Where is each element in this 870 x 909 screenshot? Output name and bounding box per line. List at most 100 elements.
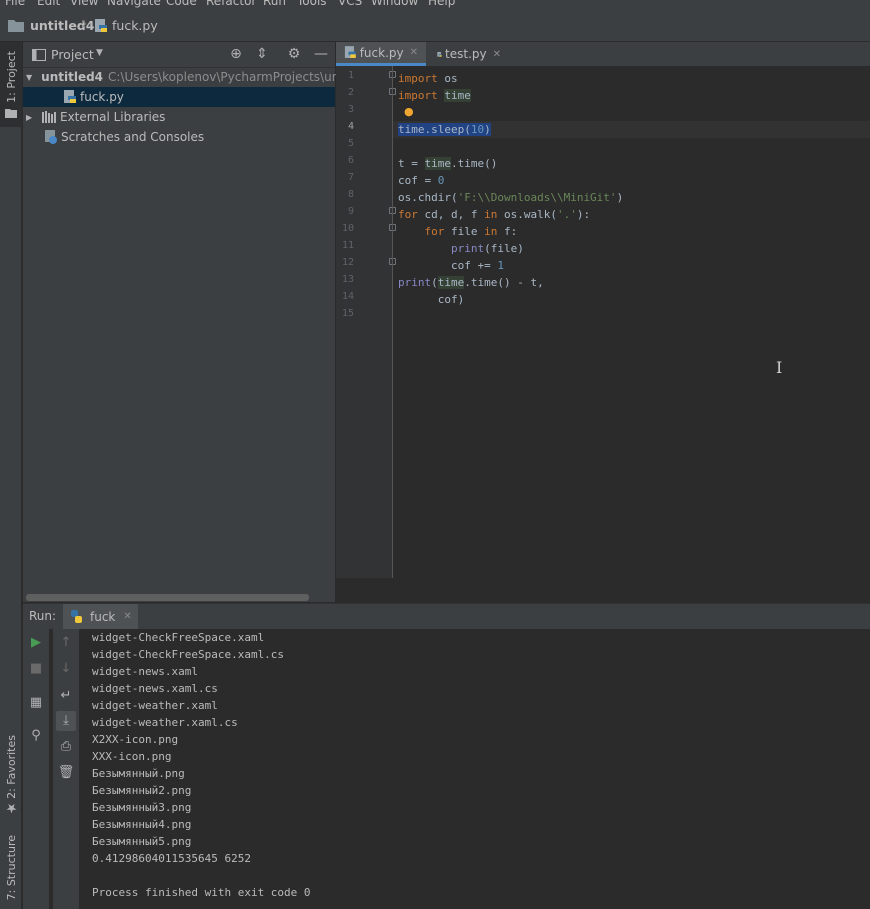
console-line: widget-news.xaml.cs	[92, 682, 218, 695]
close-icon[interactable]: ✕	[493, 49, 501, 60]
identifier-token: time	[437, 276, 465, 289]
tab-project-label: 1: Project	[4, 50, 18, 103]
arrow-up-icon[interactable]: ↑	[56, 633, 76, 653]
identifier-token: time	[424, 157, 451, 170]
expand-arrow-icon[interactable]: ▼	[26, 73, 32, 82]
breadcrumb-file-label: fuck.py	[112, 18, 158, 33]
minimize-icon[interactable]: —	[313, 46, 329, 62]
tree-item-file[interactable]: fuck.py	[23, 87, 335, 107]
keyword-token: in	[484, 208, 498, 221]
gear-icon[interactable]: ⚙	[286, 46, 302, 62]
code-line[interactable]: t = time.time()	[398, 155, 497, 172]
layout-icon[interactable]: ▦	[26, 693, 46, 713]
keyword-token: import	[398, 72, 438, 85]
code-line[interactable]: import os	[398, 70, 458, 87]
code-line[interactable]: print(time.time() - t,	[398, 274, 544, 291]
code-editor: fuck.py ✕ test.py ✕ 1 2 3 4 5 6 7 8 9 10…	[336, 42, 870, 602]
line-number: 6	[347, 155, 354, 166]
stop-icon[interactable]: ■	[26, 659, 46, 679]
editor-tabs: fuck.py ✕ test.py ✕	[336, 42, 870, 66]
run-toolbar-secondary: ↑ ↓ ↵ ⤓ ⎙ 🗑	[53, 629, 79, 909]
close-icon[interactable]: ✕	[410, 47, 418, 58]
menu-edit[interactable]: Edit	[37, 0, 60, 8]
menu-bar: File Edit View Navigate Code Refactor Ru…	[0, 0, 870, 10]
python-file-icon	[64, 90, 76, 103]
number-token: 0	[437, 174, 445, 187]
menu-refactor[interactable]: Refactor	[206, 0, 256, 8]
menu-window[interactable]: Window	[371, 0, 418, 8]
scroll-to-end-icon[interactable]: ⤓	[56, 711, 76, 731]
line-number-gutter: 1 2 3 4 5 6 7 8 9 10 11 12 13 14 15	[336, 66, 396, 578]
menu-navigate[interactable]: Navigate	[107, 0, 161, 8]
menu-run[interactable]: Run	[263, 0, 286, 8]
code-line[interactable]: cof += 1	[398, 257, 504, 274]
breadcrumb-file[interactable]: fuck.py	[94, 18, 158, 33]
console-line: widget-weather.xaml	[92, 699, 218, 712]
identifier-token: time	[444, 89, 471, 102]
tab-favorites[interactable]: 2: Favorites ★	[0, 735, 22, 816]
line-number: 11	[341, 240, 354, 251]
menu-file[interactable]: File	[5, 0, 25, 8]
tab-test-py[interactable]: test.py ✕	[429, 42, 509, 66]
menu-vcs[interactable]: VCS	[338, 0, 362, 8]
run-config-tab[interactable]: fuck ✕	[63, 604, 138, 629]
horizontal-scrollbar[interactable]	[26, 594, 309, 601]
console-output[interactable]: widget-CheckFreeSpace.xaml widget-CheckF…	[91, 629, 870, 909]
line-number: 8	[347, 189, 354, 200]
builtin-token: print	[398, 276, 432, 289]
tab-fuck-py[interactable]: fuck.py ✕	[336, 42, 426, 66]
menu-code[interactable]: Code	[166, 0, 197, 8]
console-line: Безымянный4.png	[92, 818, 192, 831]
line-number: 5	[347, 138, 354, 149]
folder-icon	[32, 49, 46, 61]
breadcrumb-separator: ›	[82, 16, 88, 32]
menu-help[interactable]: Help	[428, 0, 455, 8]
project-panel-title[interactable]: Project	[51, 47, 94, 62]
tree-item-project-root[interactable]: ▼ untitled4 C:\Users\koplenov\PycharmPro…	[23, 67, 352, 87]
code-line[interactable]: cof = 0	[398, 172, 444, 189]
lightbulb-icon[interactable]: ●	[404, 105, 414, 119]
text-cursor-icon: I	[776, 358, 783, 377]
menu-view[interactable]: View	[70, 0, 98, 8]
chevron-down-icon[interactable]: ▼	[96, 48, 103, 58]
console-line: widget-CheckFreeSpace.xaml	[92, 631, 265, 644]
pin-icon[interactable]: ⚲	[26, 726, 46, 746]
breadcrumb: untitled4 › fuck.py	[0, 10, 870, 42]
tree-item-scratches[interactable]: Scratches and Consoles	[23, 127, 335, 147]
line-number: 1	[347, 70, 354, 81]
tree-item-label: untitled4	[41, 70, 104, 84]
number-token: 1	[497, 259, 504, 272]
locate-icon[interactable]: ⊕	[228, 46, 244, 62]
tree-item-external-libraries[interactable]: ▶ External Libraries	[23, 107, 335, 127]
trash-icon[interactable]: 🗑	[56, 763, 76, 783]
code-line[interactable]: cof)	[398, 291, 465, 308]
code-line[interactable]: time.sleep(10)	[398, 121, 491, 138]
close-icon[interactable]: ✕	[123, 611, 131, 622]
python-icon	[71, 610, 82, 623]
menu-tools[interactable]: Tools	[297, 0, 327, 8]
code-area[interactable]: import os import time ● time.sleep(10) t…	[392, 66, 870, 578]
code-line[interactable]: import time	[398, 87, 471, 104]
code-line[interactable]: for file in f:	[398, 223, 518, 240]
folder-icon	[8, 20, 24, 32]
code-line[interactable]: os.chdir('F:\\Downloads\\MiniGit')	[398, 189, 623, 206]
keyword-token: import	[398, 89, 438, 102]
code-line[interactable]: for cd, d, f in os.walk('.'):	[398, 206, 590, 223]
tab-project[interactable]: 1: Project	[0, 42, 22, 127]
line-number: 10	[341, 223, 354, 234]
rerun-icon[interactable]: ▶	[26, 633, 46, 653]
console-line: XXX-icon.png	[92, 750, 172, 763]
collapse-all-icon[interactable]: ⇕	[254, 46, 270, 62]
print-icon[interactable]: ⎙	[56, 737, 76, 757]
expand-arrow-icon[interactable]: ▶	[26, 113, 38, 122]
arrow-down-icon[interactable]: ↓	[56, 659, 76, 679]
soft-wrap-icon[interactable]: ↵	[56, 686, 76, 706]
console-line: widget-weather.xaml.cs	[92, 716, 238, 729]
console-line: widget-news.xaml	[92, 665, 198, 678]
tab-structure[interactable]: 7: Structure	[0, 827, 22, 909]
keyword-token: for	[424, 225, 445, 238]
string-token: '.'	[556, 208, 577, 221]
run-label: Run:	[29, 609, 57, 623]
console-line: Безымянный3.png	[92, 801, 192, 814]
code-line[interactable]: print(file)	[398, 240, 524, 257]
